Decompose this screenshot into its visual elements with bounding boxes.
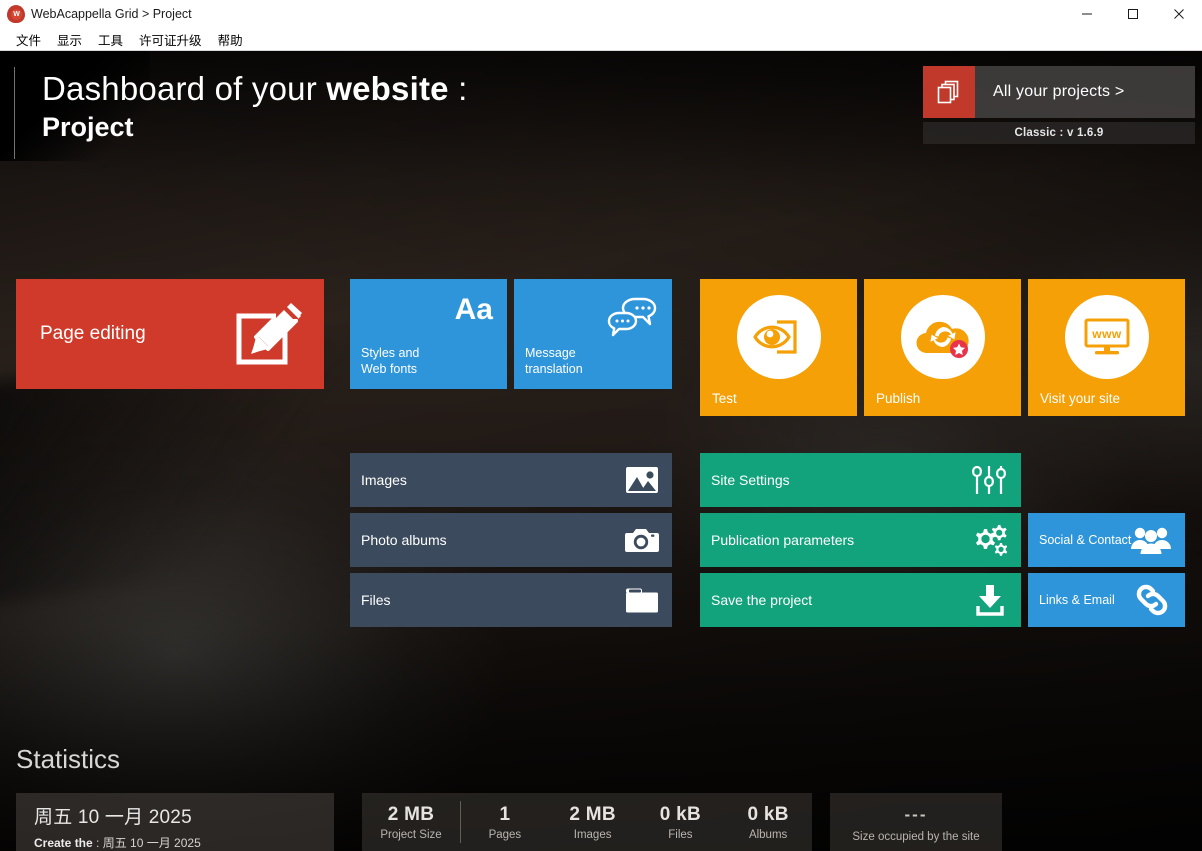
tile-site-settings[interactable]: Site Settings: [700, 453, 1021, 507]
tile-styles-label: Styles and Web fonts: [361, 346, 420, 376]
tile-visit-your-site[interactable]: www Visit your site: [1028, 279, 1185, 416]
tile-test[interactable]: Test: [700, 279, 857, 416]
statistics-heading: Statistics: [16, 744, 121, 774]
statistics-date-value: 周五 10 一月 2025: [34, 807, 192, 828]
tile-save-label: Save the project: [711, 592, 813, 608]
all-projects-button[interactable]: All your projects >: [923, 66, 1195, 118]
chain-link-icon: [1134, 582, 1172, 618]
dashboard: Dashboard of your website : Project All …: [0, 51, 1202, 851]
stat-files-value: 0 kB: [659, 803, 702, 825]
tile-photo-albums[interactable]: Photo albums: [350, 513, 672, 567]
tile-site-settings-label: Site Settings: [711, 472, 790, 488]
tile-publication-parameters[interactable]: Publication parameters: [700, 513, 1021, 567]
tile-visit-label: Visit your site: [1040, 391, 1121, 406]
stat-images-label: Images: [573, 828, 612, 841]
camera-icon: [623, 526, 659, 554]
page-title-suffix: :: [448, 70, 468, 107]
statistics-created-value: 周五 10 一月 2025: [102, 836, 201, 850]
webacappella-logo-icon: W: [7, 5, 25, 23]
tile-publication-parameters-label: Publication parameters: [711, 532, 855, 548]
download-save-icon: [972, 583, 1008, 617]
gears-icon: [970, 523, 1008, 557]
stat-files-label: Files: [668, 828, 693, 841]
stat-site-size-label: Size occupied by the site: [852, 831, 980, 843]
tile-translation-label: Message translation: [525, 346, 583, 376]
menu-bar: 文件 显示 工具 许可证升级 帮助: [0, 28, 1202, 51]
stat-pages-label: Pages: [488, 828, 522, 841]
page-title-bold: website: [326, 70, 449, 107]
tile-social-contact[interactable]: Social & Contact: [1028, 513, 1185, 567]
folder-icon: [625, 586, 659, 615]
stat-project-size-label: Project Size: [380, 828, 442, 841]
tile-test-label: Test: [712, 391, 737, 406]
statistics-date-card: 周五 10 一月 2025 Create the : 周五 10 一月 2025: [16, 793, 334, 851]
statistics-created-label: Create the: [34, 836, 93, 850]
statistics-site-size: --- Size occupied by the site: [830, 793, 1002, 851]
stat-files: 0 kB Files: [637, 804, 725, 841]
menu-item-tools[interactable]: 工具: [90, 29, 131, 50]
tile-publish-label: Publish: [876, 391, 921, 406]
menu-item-display[interactable]: 显示: [49, 29, 90, 50]
all-projects-label: All your projects >: [993, 83, 1125, 100]
tile-files[interactable]: Files: [350, 573, 672, 627]
menu-item-license-upgrade[interactable]: 许可证升级: [131, 29, 210, 50]
page-title: Dashboard of your website : Project: [14, 67, 467, 159]
statistics-created-sep: :: [92, 836, 103, 850]
version-badge: Classic : v 1.6.9: [923, 122, 1195, 144]
people-group-icon: [1130, 525, 1172, 555]
picture-icon: [625, 465, 659, 495]
tile-social-label: Social & Contact: [1039, 533, 1132, 547]
minimize-icon[interactable]: [1064, 0, 1110, 28]
stat-images: 2 MB Images: [549, 804, 637, 841]
maximize-icon[interactable]: [1110, 0, 1156, 28]
tile-page-editing[interactable]: Page editing: [16, 279, 324, 389]
tile-albums-label: Photo albums: [361, 532, 447, 548]
stat-project-size: 2 MB Project Size: [362, 804, 460, 841]
cloud-sync-star-icon: [900, 295, 985, 379]
edit-square-pencil-icon: [232, 301, 304, 371]
tile-images-label: Images: [361, 472, 407, 488]
stat-pages: 1 Pages: [461, 804, 549, 841]
title-bar: W WebAcappella Grid > Project: [0, 0, 1202, 28]
tile-links-label: Links & Email: [1039, 593, 1115, 607]
tile-message-translation[interactable]: Message translation: [514, 279, 672, 389]
stat-project-size-value: 2 MB: [387, 803, 435, 825]
stat-images-value: 2 MB: [569, 803, 616, 825]
eye-preview-icon: [736, 295, 821, 379]
page-title-prefix: Dashboard of your: [42, 70, 327, 107]
copy-pages-icon: [923, 66, 975, 118]
stat-site-size-value: ---: [904, 805, 928, 824]
stat-albums: 0 kB Albums: [724, 804, 812, 841]
window-title: WebAcappella Grid > Project: [31, 7, 192, 21]
sliders-icon: [970, 464, 1008, 496]
tile-files-label: Files: [361, 592, 391, 608]
font-aa-icon: Aa: [454, 293, 493, 326]
menu-item-file[interactable]: 文件: [8, 29, 49, 50]
svg-text:www: www: [1091, 327, 1122, 341]
monitor-www-icon: www: [1064, 295, 1149, 379]
stat-albums-label: Albums: [748, 828, 788, 841]
menu-item-help[interactable]: 帮助: [210, 29, 251, 50]
stat-albums-value: 0 kB: [747, 803, 789, 825]
tile-publish[interactable]: Publish: [864, 279, 1021, 416]
close-icon[interactable]: [1156, 0, 1202, 28]
tile-save-the-project[interactable]: Save the project: [700, 573, 1021, 627]
tile-styles-web-fonts[interactable]: Aa Styles and Web fonts: [350, 279, 507, 389]
project-name: Project: [42, 112, 134, 142]
background-overlay: [0, 51, 1202, 851]
speech-bubbles-icon: [606, 295, 658, 337]
stat-pages-value: 1: [499, 803, 511, 825]
tile-page-editing-label: Page editing: [40, 323, 146, 344]
application-window: W WebAcappella Grid > Project 文件 显示 工具 许…: [0, 0, 1202, 851]
statistics-numbers: 2 MB Project Size 1 Pages 2 MB Images 0 …: [362, 793, 812, 851]
tile-links-email[interactable]: Links & Email: [1028, 573, 1185, 627]
window-controls: [1064, 0, 1202, 28]
tile-images[interactable]: Images: [350, 453, 672, 507]
